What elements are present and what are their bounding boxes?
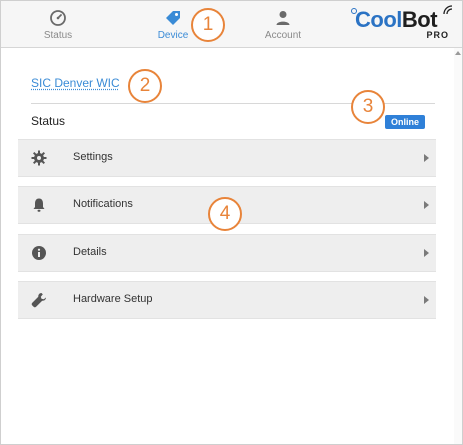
menu-item-hardware-setup-label: Hardware Setup bbox=[73, 293, 153, 305]
menu-item-hardware-setup[interactable]: Hardware Setup bbox=[18, 281, 436, 319]
coolbot-pro-logo: CoolBot PRO bbox=[351, 5, 455, 43]
logo-cool-text: Cool bbox=[355, 7, 402, 32]
chevron-right-icon bbox=[424, 201, 429, 209]
callout-4: 4 bbox=[208, 197, 242, 231]
menu-item-notifications-label: Notifications bbox=[73, 198, 133, 210]
top-navigation: Status Device Account CoolBot PRO bbox=[1, 1, 462, 48]
nav-tab-status-label: Status bbox=[43, 30, 73, 41]
chevron-right-icon bbox=[424, 296, 429, 304]
wrench-icon bbox=[31, 293, 46, 308]
callout-3: 3 bbox=[351, 90, 385, 124]
signal-icon bbox=[443, 5, 453, 15]
nav-tab-account[interactable]: Account bbox=[238, 6, 328, 44]
app-window: Status Device Account CoolBot PRO SIC De… bbox=[0, 0, 463, 445]
person-icon bbox=[276, 11, 290, 25]
info-icon bbox=[32, 246, 46, 260]
menu-item-details[interactable]: Details bbox=[18, 234, 436, 272]
menu-item-settings[interactable]: Settings bbox=[18, 139, 436, 177]
nav-tab-account-label: Account bbox=[264, 30, 302, 41]
nav-tab-status[interactable]: Status bbox=[13, 6, 103, 44]
logo-bot-text: Bot bbox=[401, 7, 438, 32]
chevron-right-icon bbox=[424, 154, 429, 162]
menu-item-settings-label: Settings bbox=[73, 151, 113, 163]
scroll-up-arrow-icon[interactable] bbox=[455, 51, 461, 55]
device-name-link[interactable]: SIC Denver WIC bbox=[31, 76, 120, 90]
callout-1: 1 bbox=[191, 8, 225, 42]
logo-pro-text: PRO bbox=[426, 30, 449, 40]
callout-2: 2 bbox=[128, 69, 162, 103]
bell-icon bbox=[33, 198, 45, 212]
scrollbar[interactable] bbox=[454, 48, 462, 444]
logo-degree-mark bbox=[351, 8, 357, 14]
status-badge: Online bbox=[385, 115, 425, 129]
logo-wordmark: CoolBot bbox=[351, 7, 438, 33]
gear-icon bbox=[31, 150, 47, 166]
tag-icon bbox=[166, 11, 180, 25]
menu-item-details-label: Details bbox=[73, 246, 107, 258]
chevron-right-icon bbox=[424, 249, 429, 257]
status-label: Status bbox=[31, 114, 66, 128]
gauge-icon bbox=[50, 10, 66, 26]
